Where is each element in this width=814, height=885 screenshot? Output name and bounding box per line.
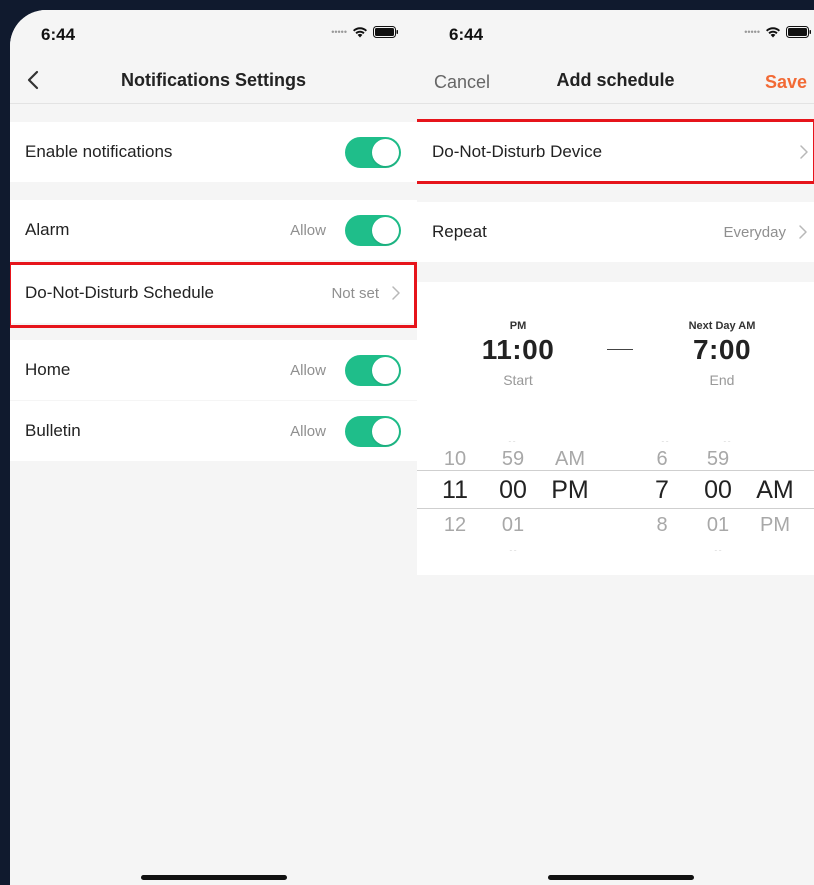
start-hour-selected[interactable]: 11 xyxy=(430,476,480,505)
end-time: 7:00 xyxy=(692,334,752,365)
end-period-selected[interactable]: AM xyxy=(750,476,800,505)
picker-selection-line xyxy=(417,508,814,509)
dnd-schedule-label: Do-Not-Disturb Schedule xyxy=(25,283,214,302)
bulletin-row: Bulletin Allow xyxy=(10,401,417,461)
signal-icon: ••••• xyxy=(744,27,760,37)
chevron-right-icon xyxy=(799,225,807,239)
nav-bar: Cancel Add schedule Save xyxy=(417,56,814,104)
status-time: 6:44 xyxy=(41,25,76,44)
alarm-label: Alarm xyxy=(25,220,70,239)
start-minute-selected[interactable]: 00 xyxy=(488,476,538,505)
nav-bar: Notifications Settings xyxy=(10,56,417,104)
enable-notifications-label: Enable notifications xyxy=(25,142,173,161)
end-caption: Next Day AM xyxy=(688,320,756,332)
start-caption: PM xyxy=(509,320,527,332)
start-period-prev[interactable]: AM xyxy=(545,448,595,471)
start-period-selected[interactable]: PM xyxy=(545,476,595,505)
alarm-value: Allow xyxy=(290,221,326,239)
picker-ghost: •• xyxy=(693,545,743,551)
home-toggle[interactable] xyxy=(345,355,401,386)
end-period-next[interactable]: PM xyxy=(750,514,800,537)
enable-notifications-row: Enable notifications xyxy=(10,122,417,182)
start-minute-next[interactable]: 01 xyxy=(488,514,538,537)
repeat-value: Everyday xyxy=(723,223,786,241)
save-button[interactable]: Save xyxy=(765,72,807,93)
home-value: Allow xyxy=(290,361,326,379)
chevron-right-icon xyxy=(800,145,808,159)
signal-icon: ••••• xyxy=(331,27,347,37)
dnd-device-label: Do-Not-Disturb Device xyxy=(432,142,603,161)
wifi-icon xyxy=(766,27,780,38)
dnd-device-row[interactable]: Do-Not-Disturb Device xyxy=(417,122,814,182)
end-hour-selected[interactable]: 7 xyxy=(637,476,687,505)
range-dash xyxy=(607,349,633,350)
picker-ghost: •• xyxy=(487,436,537,442)
battery-icon xyxy=(373,26,398,38)
picker-ghost: •• xyxy=(640,436,690,442)
add-schedule-screen: 6:44 ••••• Cancel Add schedule Save Do-N… xyxy=(417,10,814,885)
picker-ghost: •• xyxy=(702,436,752,442)
start-hour-prev[interactable]: 10 xyxy=(430,448,480,471)
start-time-summary: PM 11:00 Start xyxy=(458,320,578,388)
bulletin-toggle[interactable] xyxy=(345,416,401,447)
home-label: Home xyxy=(25,360,71,379)
toggle-knob xyxy=(372,217,399,244)
start-label: Start xyxy=(503,372,533,388)
alarm-row: Alarm Allow xyxy=(10,200,417,260)
repeat-label: Repeat xyxy=(432,222,487,241)
status-bar: 6:44 ••••• xyxy=(417,10,814,56)
picker-ghost: •• xyxy=(488,545,538,551)
toggle-knob xyxy=(372,139,399,166)
home-indicator xyxy=(141,875,287,880)
page-title: Add schedule xyxy=(556,70,675,90)
start-time: 11:00 xyxy=(481,334,555,365)
enable-notifications-toggle[interactable] xyxy=(345,137,401,168)
bulletin-label: Bulletin xyxy=(25,421,81,440)
chevron-right-icon xyxy=(392,286,400,300)
wifi-icon xyxy=(353,27,367,38)
repeat-row[interactable]: Repeat Everyday xyxy=(417,202,814,262)
end-minute-next[interactable]: 01 xyxy=(693,514,743,537)
toggle-knob xyxy=(372,418,399,445)
end-time-summary: Next Day AM 7:00 End xyxy=(662,320,782,388)
bulletin-value: Allow xyxy=(290,422,326,440)
notifications-settings-screen: 6:44 ••••• Notifications Settings Enable… xyxy=(10,10,417,885)
alarm-toggle[interactable] xyxy=(345,215,401,246)
home-row: Home Allow xyxy=(10,340,417,400)
dnd-schedule-row[interactable]: Do-Not-Disturb Schedule Not set xyxy=(10,263,417,323)
page-title: Notifications Settings xyxy=(120,70,306,90)
time-panel: PM 11:00 Start Next Day AM 7:00 End •• •… xyxy=(417,282,814,575)
end-hour-prev[interactable]: 6 xyxy=(637,448,687,471)
battery-icon xyxy=(786,26,811,38)
home-indicator xyxy=(548,875,694,880)
end-minute-prev[interactable]: 59 xyxy=(693,448,743,471)
end-hour-next[interactable]: 8 xyxy=(637,514,687,537)
status-icons: ••••• xyxy=(744,26,812,38)
status-bar: 6:44 ••••• xyxy=(10,10,417,56)
end-minute-selected[interactable]: 00 xyxy=(693,476,743,505)
start-minute-prev[interactable]: 59 xyxy=(488,448,538,471)
status-icons: ••••• xyxy=(331,26,399,38)
status-time: 6:44 xyxy=(449,25,484,44)
dnd-schedule-value: Not set xyxy=(331,284,379,302)
end-label: End xyxy=(709,372,735,388)
toggle-knob xyxy=(372,357,399,384)
start-hour-next[interactable]: 12 xyxy=(430,514,480,537)
